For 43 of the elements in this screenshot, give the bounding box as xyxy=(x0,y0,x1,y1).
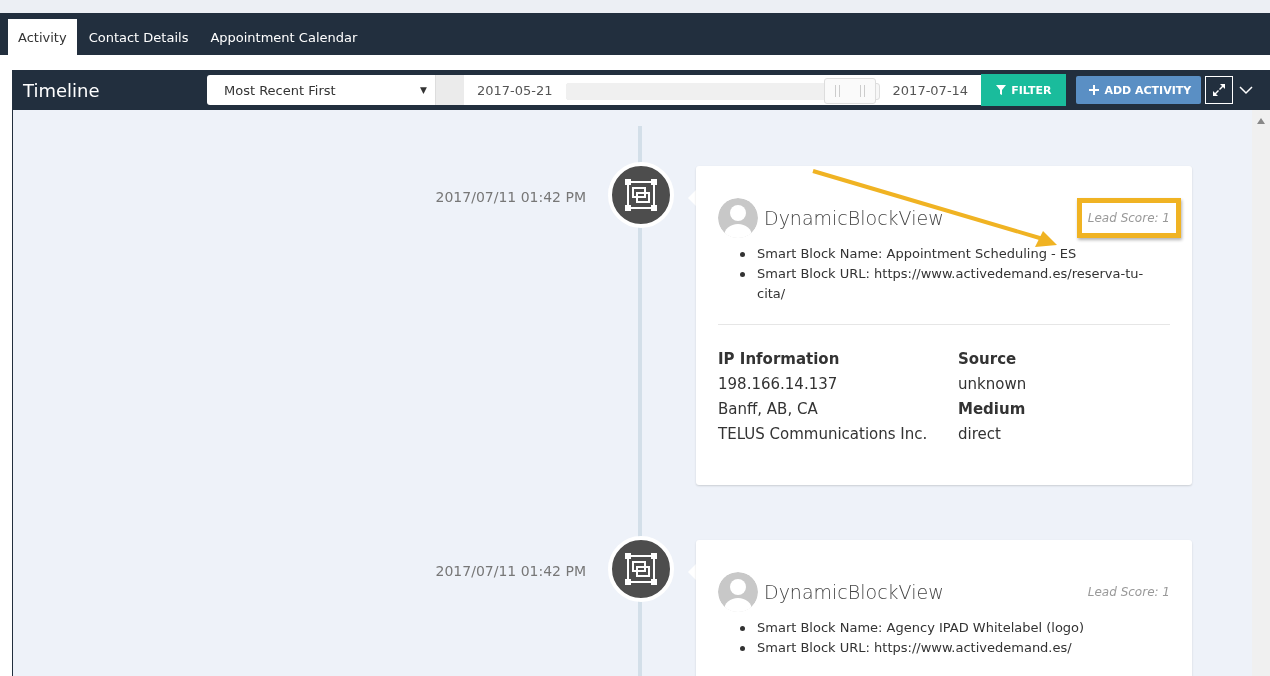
entry-time: 2017/07/11 01:42 PM xyxy=(434,188,586,207)
panel-title: Timeline xyxy=(23,79,101,101)
bullet-icon xyxy=(740,646,745,651)
expand-button[interactable] xyxy=(1205,76,1234,104)
bullet-icon xyxy=(740,252,745,257)
caret-icon: ▼ xyxy=(420,85,427,95)
plus-icon xyxy=(1089,85,1100,95)
lead-score: Lead Score: 1 xyxy=(1086,584,1171,601)
sort-dropdown[interactable]: Most Recent First ▼ xyxy=(207,75,435,105)
input-addon xyxy=(435,75,464,105)
slider-handle[interactable] xyxy=(824,78,877,104)
detail-label: IP Information xyxy=(718,349,841,370)
activity-title: DynamicBlockView xyxy=(764,207,944,229)
detail-value: Banff, AB, CA xyxy=(718,399,819,420)
tab[interactable]: Activity xyxy=(8,19,77,55)
tab[interactable]: Appointment Calendar xyxy=(200,19,368,55)
bullet-icon xyxy=(740,626,745,631)
detail-label: Medium xyxy=(958,399,1027,420)
detail-item: Smart Block URL: https://www.activedemand.es/ xyxy=(757,639,1072,657)
detail-item: Smart Block URL: https://www.activedemand.es/reserva-tu-cita/ xyxy=(757,265,1145,303)
activity-title: DynamicBlockView xyxy=(764,581,944,603)
detail-item: Smart Block Name: Agency IPAD Whitelabel (logo) xyxy=(757,619,1085,637)
detail-value: unknown xyxy=(958,374,1028,395)
detail-value: 198.166.14.137 xyxy=(718,374,839,395)
funnel-icon xyxy=(996,85,1007,95)
chevron-down-icon[interactable] xyxy=(1239,85,1254,95)
block-view-icon xyxy=(624,552,658,586)
date-from: 2017-05-21 xyxy=(464,75,566,105)
avatar-icon xyxy=(718,572,758,612)
detail-value: direct xyxy=(958,424,1002,445)
detail-label: Source xyxy=(958,349,1018,370)
block-view-icon xyxy=(624,178,658,212)
expand-icon xyxy=(1212,83,1227,97)
tab[interactable]: Contact Details xyxy=(78,19,199,55)
avatar-icon xyxy=(718,198,758,238)
detail-value: TELUS Communications Inc. xyxy=(718,424,929,445)
date-range-slider[interactable] xyxy=(565,75,880,105)
lead-score: Lead Score: 1 xyxy=(1076,198,1181,238)
entry-time: 2017/07/11 01:42 PM xyxy=(434,562,586,581)
scroll-up-icon[interactable] xyxy=(1257,118,1265,124)
date-to: 2017-07-14 xyxy=(879,75,982,105)
detail-item: Smart Block Name: Appointment Scheduling - ES xyxy=(757,245,1077,263)
bullet-icon xyxy=(740,272,745,277)
